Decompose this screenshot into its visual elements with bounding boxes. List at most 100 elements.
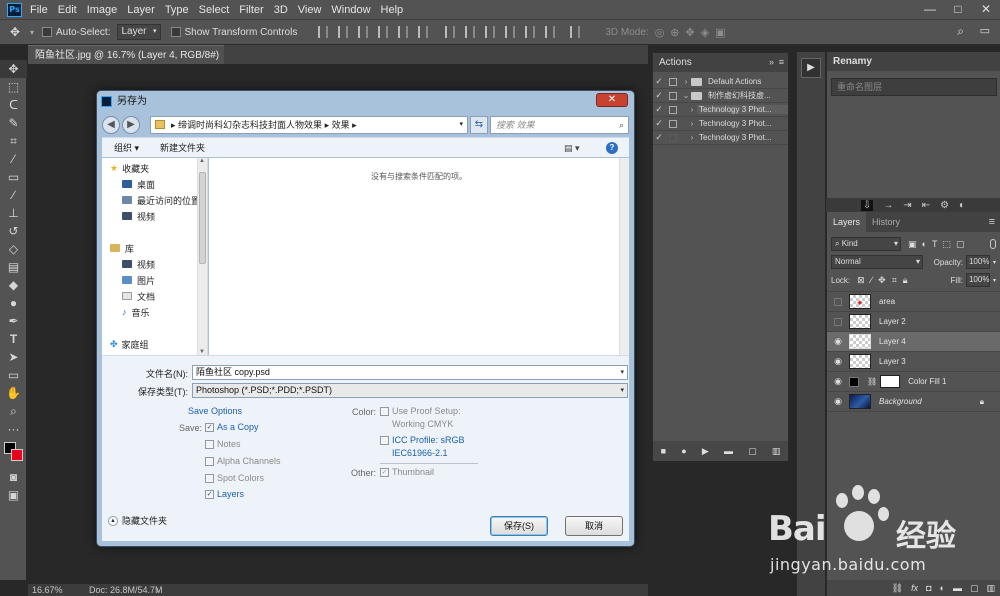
help-icon[interactable]: ? (606, 142, 618, 154)
check-icon[interactable]: ✓ (653, 118, 665, 129)
dodge-tool-icon[interactable]: ● (0, 294, 27, 312)
menu-select[interactable]: Select (199, 4, 230, 16)
rename-tab[interactable]: Renamy (827, 52, 1000, 71)
link-layers-icon[interactable]: ⛓ (892, 583, 903, 594)
new-folder-button[interactable]: 新建文件夹 (160, 138, 205, 158)
chevron-down-icon[interactable]: ▾ (993, 277, 996, 284)
new-action-icon[interactable]: ▢ (748, 446, 757, 457)
alpha-channels-option[interactable]: Alpha Channels (205, 456, 281, 466)
nav-homegroup[interactable]: ✤ 家庭组 (102, 336, 207, 352)
check-icon[interactable]: ✓ (653, 90, 665, 101)
tab-layers[interactable]: Layers (827, 212, 867, 232)
move-tool-icon[interactable]: ✥ (0, 60, 27, 78)
view-options-icon[interactable]: ▤ ▾ (564, 138, 580, 158)
new-set-icon[interactable]: ▬ (724, 446, 733, 456)
scroll-up-icon[interactable]: ▲ (199, 158, 205, 164)
dialog-toggle-icon[interactable] (669, 77, 677, 86)
back-button[interactable]: ◀ (102, 116, 120, 134)
filetype-dropdown[interactable]: Photoshop (*.PSD;*.PDD;*.PSDT) ▾ (192, 383, 628, 398)
distribute-icon[interactable] (525, 26, 536, 38)
checkbox-checked[interactable]: ✓ (205, 422, 214, 432)
check-icon[interactable]: ✓ (653, 104, 665, 115)
nav-videos[interactable]: 视频 (102, 208, 207, 224)
search-icon[interactable]: ⌕ (957, 24, 964, 39)
as-a-copy-option[interactable]: ✓ As a Copy (205, 422, 259, 432)
menu-type[interactable]: Type (165, 4, 189, 16)
arrow-right-icon[interactable]: → (883, 200, 893, 211)
chevron-down-icon[interactable]: ▾ (993, 259, 996, 266)
play-icon[interactable]: ▶ (702, 446, 709, 457)
brush-tool-icon[interactable]: ∕ (0, 186, 27, 204)
organize-button[interactable]: 组织 ▾ (114, 138, 139, 158)
menu-window[interactable]: Window (331, 4, 370, 16)
eraser-tool-icon[interactable]: ◇ (0, 240, 27, 258)
panel-menu-icon[interactable]: ≡ (989, 212, 1000, 232)
expand-arrow-icon[interactable]: › (687, 105, 697, 114)
new-layer-icon[interactable]: ▢ (970, 583, 979, 594)
file-scrollbar[interactable] (619, 158, 629, 355)
layer-row[interactable]: ◉ Layer 4 (827, 332, 1000, 352)
eye-icon[interactable]: ◉ (827, 336, 849, 347)
action-row[interactable]: ✓ › Technology 3 Phot... (653, 131, 788, 145)
collapse-arrow-icon[interactable]: ⌄ (681, 91, 691, 100)
visibility-toggle[interactable] (834, 297, 842, 306)
info-icon[interactable]: ◐ (959, 200, 965, 211)
rectangle-tool-icon[interactable]: ▭ (0, 366, 27, 384)
menu-filter[interactable]: Filter (239, 4, 263, 16)
nav-favorites[interactable]: ★ 收藏夹 (102, 160, 207, 176)
distribute-icon[interactable] (485, 26, 496, 38)
align-icon[interactable] (338, 26, 349, 38)
use-proof-setup-option[interactable]: Use Proof Setup: (380, 406, 461, 416)
fill-input[interactable]: 100% (965, 273, 990, 287)
status-arrow-icon[interactable]: › (156, 584, 159, 596)
dialog-toggle-icon[interactable] (669, 133, 677, 142)
screen-mode-icon[interactable]: ▣ (0, 486, 27, 504)
healing-brush-tool-icon[interactable]: ▭ (0, 168, 27, 186)
align-icon[interactable] (318, 26, 329, 38)
layer-row[interactable]: Layer 2 (827, 312, 1000, 332)
import-icon[interactable]: ⇥ (903, 200, 911, 211)
fx-icon[interactable]: fx (911, 583, 918, 593)
search-input[interactable]: 搜索 效果 ⌕ (490, 116, 629, 134)
trash-icon[interactable]: ▥ (772, 446, 781, 457)
clone-stamp-tool-icon[interactable]: ⊥ (0, 204, 27, 222)
checkbox[interactable] (380, 435, 389, 445)
distribute-icon[interactable] (505, 26, 516, 38)
stop-icon[interactable]: ■ (661, 446, 666, 456)
export-icon[interactable]: ⇤ (922, 200, 930, 211)
action-row[interactable]: ✓ › Technology 3 Phot... (653, 103, 788, 117)
icc-profile-option[interactable]: ICC Profile: sRGB (380, 435, 465, 445)
pen-tool-icon[interactable]: ✒ (0, 312, 27, 330)
quick-select-tool-icon[interactable]: ✎ (0, 114, 27, 132)
nav-music[interactable]: ♪ 音乐 (102, 304, 207, 320)
marquee-tool-icon[interactable]: ⬚ (0, 78, 27, 96)
dialog-title-bar[interactable]: 另存为 (97, 91, 634, 113)
breadcrumb-folder[interactable]: 缔调时尚科幻杂志科技封面人物效果 (178, 120, 322, 130)
gradient-tool-icon[interactable]: ▤ (0, 258, 27, 276)
chevron-down-icon[interactable]: ▾ (620, 384, 624, 397)
align-icon[interactable] (358, 26, 369, 38)
layer-row[interactable]: ◉ ⛓ Color Fill 1 (827, 372, 1000, 392)
save-button[interactable]: 保存(S) (490, 516, 548, 536)
new-group-icon[interactable]: ▬ (953, 583, 962, 593)
eye-icon[interactable]: ◉ (827, 396, 849, 407)
close-window-button[interactable]: ✕ (972, 0, 1000, 19)
crop-tool-icon[interactable]: ⌗ (0, 132, 27, 150)
quick-mask-icon[interactable]: ◙ (0, 468, 27, 486)
minimize-button[interactable]: — (916, 0, 944, 19)
maximize-button[interactable]: □ (944, 0, 972, 19)
workspace-icon[interactable]: ▭ (980, 24, 990, 37)
auto-select-dropdown[interactable]: Layer ▾ (116, 24, 161, 40)
checkbox[interactable] (205, 473, 214, 483)
align-icon[interactable] (418, 26, 429, 38)
dialog-toggle-icon[interactable] (669, 91, 677, 100)
play-icon[interactable]: ▶ (801, 58, 821, 78)
trash-icon[interactable]: ▥ (986, 583, 995, 594)
menu-layer[interactable]: Layer (127, 4, 155, 16)
move-tool-icon[interactable]: ✥ (0, 25, 30, 39)
nav-pictures[interactable]: 图片 (102, 272, 207, 288)
document-tab[interactable]: 陌鱼社区.jpg @ 16.7% (Layer 4, RGB/8#) * (28, 45, 224, 80)
auto-select-checkbox[interactable] (42, 27, 53, 37)
action-row[interactable]: ✓ › Technology 3 Phot... (653, 117, 788, 131)
menu-image[interactable]: Image (87, 4, 118, 16)
